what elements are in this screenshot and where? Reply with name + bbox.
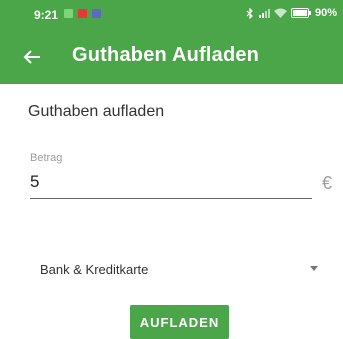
payment-method-select[interactable]: Bank & Kreditkarte [30, 254, 330, 284]
topup-button[interactable]: AUFLADEN [130, 305, 229, 339]
bluetooth-icon [246, 7, 253, 19]
payment-method-value: Bank & Kreditkarte [40, 262, 149, 277]
status-time: 9:21 [34, 8, 59, 22]
battery-icon [290, 8, 311, 18]
dropdown-arrow-icon [310, 266, 318, 271]
amount-input[interactable] [30, 168, 312, 199]
back-arrow-icon[interactable] [22, 47, 42, 67]
wifi-icon [273, 8, 287, 18]
battery-percent: 90% [314, 7, 337, 19]
status-indicators: 90% [246, 7, 337, 19]
status-bar: 9:21 90% [0, 0, 343, 28]
notification-icon [78, 9, 87, 18]
currency-symbol: € [322, 173, 333, 193]
section-heading: Guthaben aufladen [28, 103, 165, 120]
app-bar: Guthaben Aufladen [0, 28, 343, 84]
notification-icon [92, 9, 101, 18]
amount-label: Betrag [30, 152, 63, 164]
notification-icon [64, 9, 73, 18]
signal-icon [258, 9, 270, 18]
page-title: Guthaben Aufladen [72, 44, 260, 66]
